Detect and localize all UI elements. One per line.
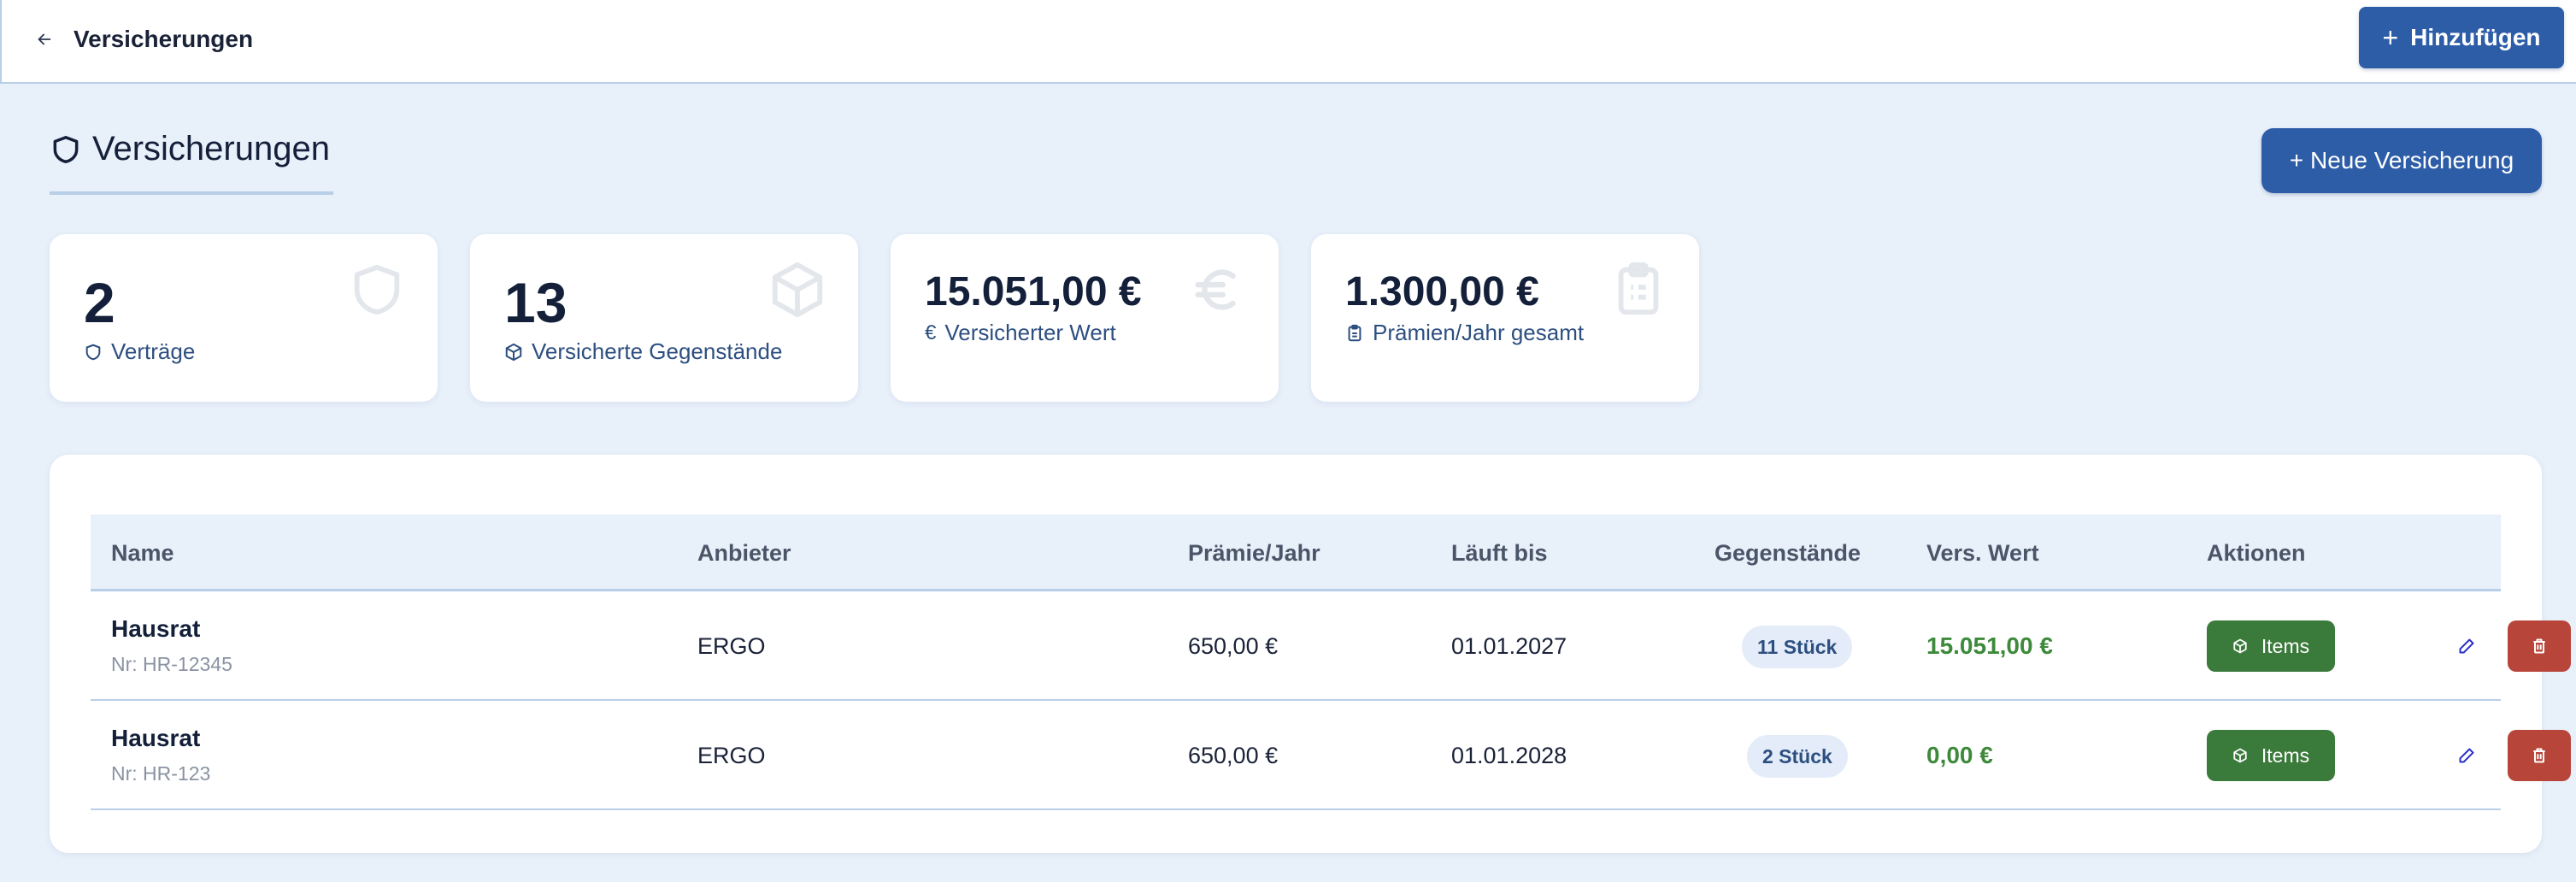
table-row[interactable]: Hausrat Nr: HR-123 ERGO 650,00 € 01.01.2… <box>91 701 2571 810</box>
stat-label-text: Verträge <box>111 338 196 364</box>
delete-button[interactable] <box>2508 730 2571 781</box>
shield-icon <box>50 133 82 170</box>
stat-label-text: Prämien/Jahr gesamt <box>1373 320 1585 345</box>
stat-label-text: Versicherte Gegenstände <box>532 338 783 364</box>
column-header-items[interactable]: Gegenstände <box>1714 514 1861 591</box>
table-header: Name Anbieter Prämie/Jahr Läuft bis Gege… <box>91 514 2501 591</box>
insurance-number: Nr: HR-12345 <box>111 653 232 675</box>
add-button[interactable]: + Hinzufügen <box>2359 7 2564 68</box>
insurance-table-card: Name Anbieter Prämie/Jahr Läuft bis Gege… <box>50 455 2571 853</box>
stat-label-text: Versicherter Wert <box>944 320 1116 345</box>
items-button-label: Items <box>2261 744 2310 767</box>
clipboard-icon <box>1618 262 1659 315</box>
column-header-value[interactable]: Vers. Wert <box>1926 514 2039 591</box>
items-button-label: Items <box>2261 634 2310 657</box>
insurance-name: Hausrat <box>111 615 201 642</box>
box-icon <box>2233 638 2247 654</box>
items-count-badge: 11 Stück <box>1742 626 1853 668</box>
box-icon <box>772 262 823 318</box>
column-header-name[interactable]: Name <box>111 514 174 591</box>
provider-cell: ERGO <box>697 743 766 768</box>
stat-label: Versicherte Gegenstände <box>504 338 782 365</box>
page-heading: Versicherungen <box>50 126 333 195</box>
box-icon <box>505 343 522 361</box>
stat-label: Verträge <box>84 338 195 365</box>
stat-card-insured-value: 15.051,00 € € Versicherter Wert <box>891 234 1279 402</box>
shield-icon <box>85 344 101 360</box>
stat-card-premiums: 1.300,00 € Prämien/Jahr gesamt <box>1311 234 1699 402</box>
top-bar: Versicherungen + Hinzufügen <box>0 0 2576 84</box>
premium-cell: 650,00 € <box>1188 743 1279 768</box>
stat-label: Prämien/Jahr gesamt <box>1345 320 1584 346</box>
insured-value-cell: 15.051,00 € <box>1926 632 2053 659</box>
items-button[interactable]: Items <box>2207 730 2335 781</box>
insured-value-cell: 0,00 € <box>1926 742 1993 768</box>
clipboard-icon <box>1348 324 1362 341</box>
shield-icon <box>354 264 400 315</box>
topbar-title: Versicherungen <box>74 26 254 52</box>
column-header-actions: Aktionen <box>2207 540 2306 566</box>
arrow-left-icon <box>38 33 51 45</box>
stat-label: € Versicherter Wert <box>925 320 1116 346</box>
premium-cell: 650,00 € <box>1188 633 1279 659</box>
insurance-table: Name Anbieter Prämie/Jahr Läuft bis Gege… <box>91 514 2571 810</box>
box-icon <box>2233 748 2247 763</box>
euro-icon <box>1195 269 1236 310</box>
edit-button[interactable] <box>2446 626 2487 667</box>
back-button[interactable] <box>27 22 62 56</box>
until-cell: 01.01.2028 <box>1451 743 1567 768</box>
trash-icon <box>2533 748 2545 763</box>
plus-icon: + <box>2382 22 2399 53</box>
provider-cell: ERGO <box>697 633 766 659</box>
new-insurance-button[interactable]: + Neue Versicherung <box>2261 128 2542 193</box>
delete-button[interactable] <box>2508 620 2571 672</box>
euro-icon: € <box>925 320 937 344</box>
stat-card-items: 13 Versicherte Gegenstände <box>470 234 858 402</box>
insurance-number: Nr: HR-123 <box>111 762 211 785</box>
pencil-icon <box>2459 638 2474 654</box>
stat-card-contracts: 2 Verträge <box>50 234 438 402</box>
edit-button[interactable] <box>2446 735 2487 776</box>
stat-value: 2 <box>84 271 115 334</box>
column-header-provider[interactable]: Anbieter <box>697 514 791 591</box>
stat-value: 13 <box>504 271 568 334</box>
pencil-icon <box>2459 748 2474 763</box>
trash-icon <box>2533 638 2545 654</box>
page-title: Versicherungen <box>92 130 330 168</box>
column-header-premium[interactable]: Prämie/Jahr <box>1188 514 1320 591</box>
items-count-badge: 2 Stück <box>1747 735 1848 778</box>
column-header-until[interactable]: Läuft bis <box>1451 514 1548 591</box>
insurance-name: Hausrat <box>111 725 201 751</box>
add-button-label: Hinzufügen <box>2410 24 2541 50</box>
table-row[interactable]: Hausrat Nr: HR-12345 ERGO 650,00 € 01.01… <box>91 591 2571 701</box>
items-button[interactable]: Items <box>2207 620 2335 672</box>
until-cell: 01.01.2027 <box>1451 633 1567 659</box>
stat-value: 15.051,00 € <box>925 269 1142 315</box>
stat-value: 1.300,00 € <box>1345 269 1539 315</box>
